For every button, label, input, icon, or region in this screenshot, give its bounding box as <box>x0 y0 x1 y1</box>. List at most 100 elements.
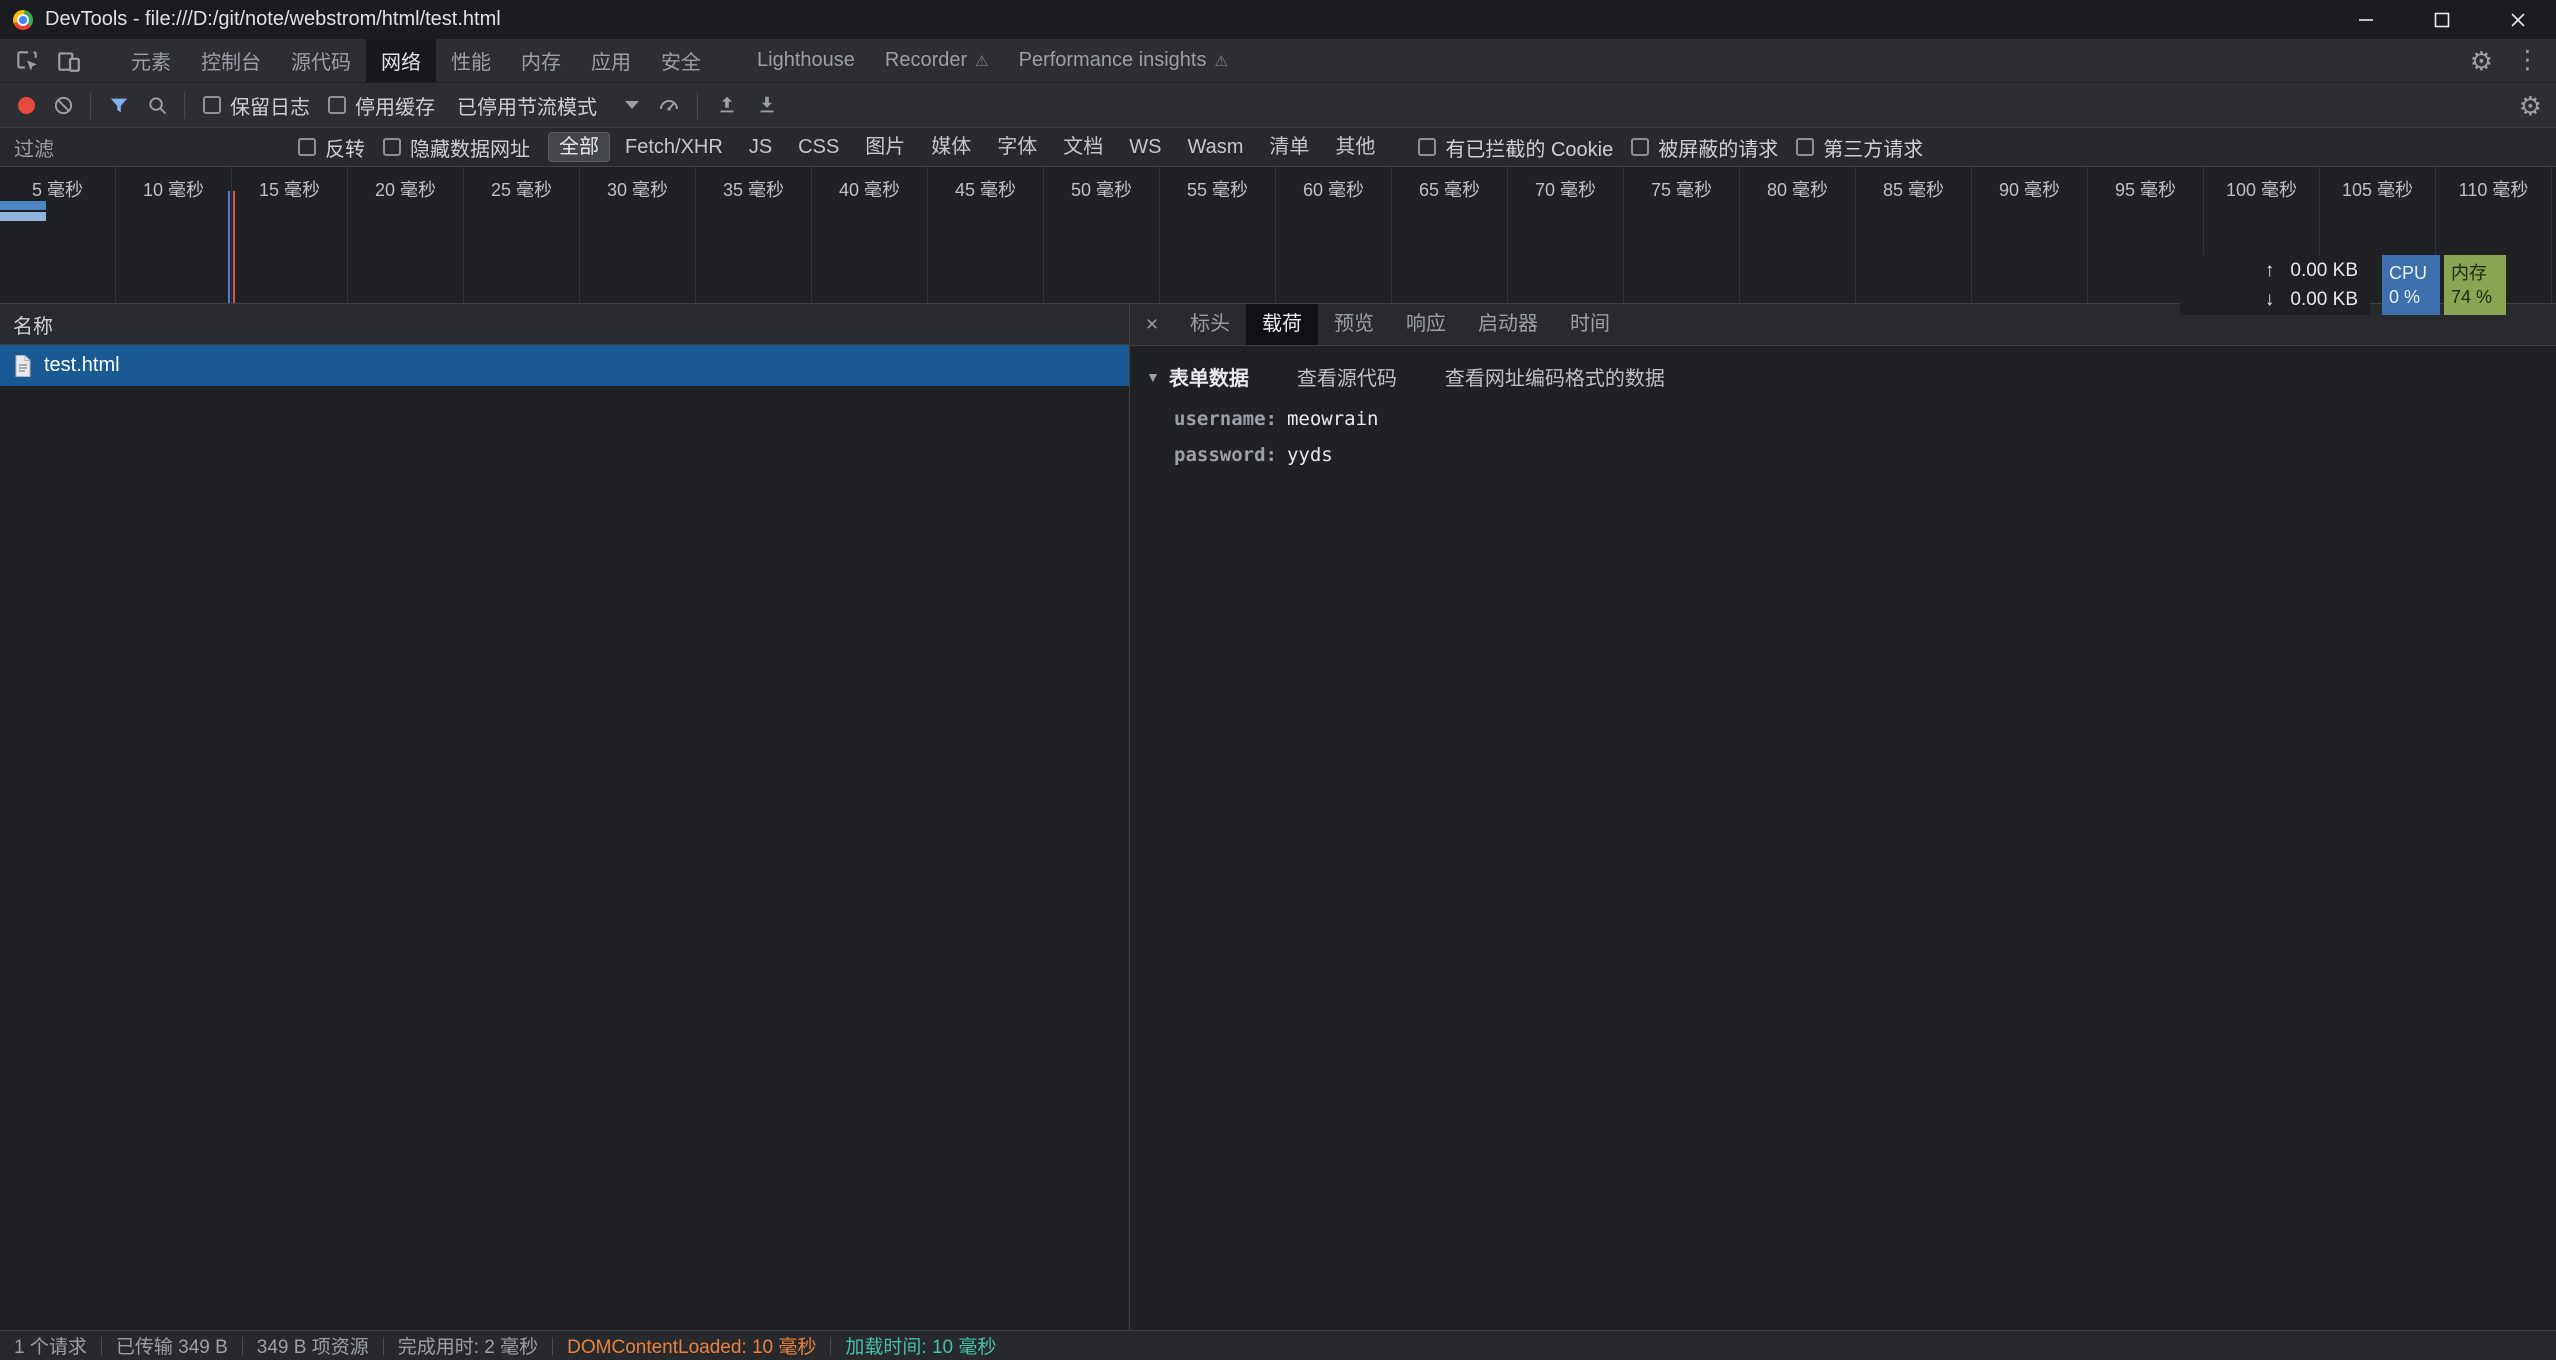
third-party-option[interactable]: 第三方请求 <box>1796 133 1923 162</box>
tab-label: 内存 <box>521 46 561 75</box>
filter-chip-all[interactable]: 全部 <box>548 132 610 162</box>
timeline-label: 40 毫秒 <box>812 167 928 303</box>
preserve-log-option[interactable]: 保留日志 <box>203 91 310 120</box>
throttling-value: 已停用节流模式 <box>457 91 597 120</box>
collapse-triangle-icon[interactable]: ▼ <box>1146 369 1160 385</box>
detail-tab-headers[interactable]: 标头 <box>1174 304 1246 345</box>
tab-application[interactable]: 应用 <box>576 39 646 82</box>
timeline-label: 90 毫秒 <box>1972 167 2088 303</box>
filter-chip-wasm[interactable]: Wasm <box>1177 132 1255 162</box>
filter-chip-js[interactable]: JS <box>738 132 783 162</box>
load-event-marker <box>233 191 235 303</box>
throughput-values: ↑ 0.00 KB ↓ 0.00 KB <box>2180 255 2370 315</box>
tab-memory[interactable]: 内存 <box>506 39 576 82</box>
timeline-label: 85 毫秒 <box>1856 167 1972 303</box>
disable-cache-option[interactable]: 停用缓存 <box>328 91 435 120</box>
tab-elements[interactable]: 元素 <box>116 39 186 82</box>
network-toolbar: 保留日志 停用缓存 已停用节流模式 <box>0 83 2556 128</box>
hide-data-urls-checkbox[interactable] <box>383 138 401 156</box>
tab-performance[interactable]: 性能 <box>436 39 506 82</box>
timeline-label: 50 毫秒 <box>1044 167 1160 303</box>
status-finish-time: 完成用时: 2 毫秒 <box>384 1332 552 1359</box>
clear-network-log-button[interactable] <box>53 95 74 116</box>
divider <box>90 92 91 119</box>
main-toolbar: 元素控制台源代码网络性能 内存应用安全 LighthouseRecorder⚠Per… <box>0 39 2556 83</box>
invert-checkbox[interactable] <box>298 138 316 156</box>
device-toolbar-button[interactable] <box>48 39 90 82</box>
preserve-log-checkbox[interactable] <box>203 96 221 114</box>
tab-label: 性能 <box>451 46 491 75</box>
close-button[interactable] <box>2480 0 2556 39</box>
search-button[interactable] <box>147 95 168 116</box>
filter-chip-other[interactable]: 其他 <box>1324 132 1386 162</box>
filter-toggle-button[interactable] <box>109 95 129 115</box>
payload-params: username:meowrainpassword:yyds <box>1146 401 2536 473</box>
third-party-checkbox[interactable] <box>1796 138 1814 156</box>
view-source-link[interactable]: 查看源代码 <box>1297 362 1397 391</box>
detail-tab-preview[interactable]: 预览 <box>1318 304 1390 345</box>
name-column-header[interactable]: 名称 <box>0 304 1129 345</box>
network-content: 名称 test.html × 标头载荷预览响应启动器时间 <box>0 304 2556 1330</box>
timeline-label: 55 毫秒 <box>1160 167 1276 303</box>
settings-gear-icon[interactable]: ⚙ <box>2470 48 2493 74</box>
divider <box>184 92 185 119</box>
filter-chip-css[interactable]: CSS <box>787 132 850 162</box>
filter-chip-font[interactable]: 字体 <box>986 132 1048 162</box>
detail-tab-initiator[interactable]: 启动器 <box>1462 304 1554 345</box>
invert-filter-option[interactable]: 反转 <box>298 133 365 162</box>
request-details-panel: × 标头载荷预览响应启动器时间 ▼ 表单数据 查看源代码 查看网址编码格式的数据… <box>1130 304 2556 1330</box>
status-dom-content-loaded: DOMContentLoaded: 10 毫秒 <box>553 1332 830 1359</box>
filter-chip-media[interactable]: 媒体 <box>920 132 982 162</box>
device-toolbar-icon <box>56 48 82 74</box>
inspect-element-button[interactable] <box>6 39 48 82</box>
record-network-log-button[interactable] <box>18 97 35 114</box>
hide-data-urls-option[interactable]: 隐藏数据网址 <box>383 133 530 162</box>
timeline-label: 80 毫秒 <box>1740 167 1856 303</box>
timeline-label: 70 毫秒 <box>1508 167 1624 303</box>
detail-tab-payload[interactable]: 载荷 <box>1246 304 1318 345</box>
param-key: password: <box>1174 444 1277 466</box>
detail-tab-timing[interactable]: 时间 <box>1554 304 1626 345</box>
network-overview-timeline[interactable]: 5 毫秒10 毫秒15 毫秒20 毫秒25 毫秒30 毫秒35 毫秒40 毫秒4… <box>0 167 2556 304</box>
detail-tab-response[interactable]: 响应 <box>1390 304 1462 345</box>
maximize-button[interactable] <box>2404 0 2480 39</box>
import-har-button[interactable] <box>716 94 738 116</box>
tab-network[interactable]: 网络 <box>366 39 436 82</box>
blocked-requests-option[interactable]: 被屏蔽的请求 <box>1631 133 1778 162</box>
network-conditions-button[interactable] <box>657 93 681 117</box>
tab-lighthouse[interactable]: Lighthouse <box>742 39 870 82</box>
tab-performance-insights[interactable]: Performance insights⚠ <box>1004 39 1243 82</box>
blocked-cookies-checkbox[interactable] <box>1418 138 1436 156</box>
tab-label: 元素 <box>131 46 171 75</box>
payload-param: password:yyds <box>1146 437 2536 473</box>
more-options-kebab-icon[interactable]: ⋮ <box>2515 48 2540 73</box>
resource-type-filters: 全部Fetch/XHRJSCSS图片媒体字体文档WSWasm清单其他 <box>546 132 1388 162</box>
close-details-icon[interactable]: × <box>1130 313 1174 337</box>
window-title: DevTools - file:///D:/git/note/webstrom/… <box>45 8 501 31</box>
tab-recorder[interactable]: Recorder⚠ <box>870 39 1004 82</box>
disable-cache-checkbox[interactable] <box>328 96 346 114</box>
filter-chip-fetch-xhr[interactable]: Fetch/XHR <box>614 132 734 162</box>
filter-chip-doc[interactable]: 文档 <box>1052 132 1114 162</box>
form-data-title: 表单数据 <box>1169 362 1249 391</box>
filter-chip-ws[interactable]: WS <box>1118 132 1172 162</box>
tab-console[interactable]: 控制台 <box>186 39 276 82</box>
blocked-requests-label: 被屏蔽的请求 <box>1658 133 1778 162</box>
blocked-requests-checkbox[interactable] <box>1631 138 1649 156</box>
filter-bar: 过滤 反转 隐藏数据网址 全部Fetch/XHRJSCSS图片媒体字体文档WSW… <box>0 128 2556 167</box>
tab-label: 源代码 <box>291 46 351 75</box>
blocked-cookies-option[interactable]: 有已拦截的 Cookie <box>1418 133 1613 162</box>
export-har-button[interactable] <box>756 94 778 116</box>
view-urlencoded-link[interactable]: 查看网址编码格式的数据 <box>1445 362 1665 391</box>
throttling-select[interactable]: 已停用节流模式 <box>457 91 639 120</box>
tab-security[interactable]: 安全 <box>646 39 716 82</box>
filter-input[interactable]: 过滤 <box>0 133 280 162</box>
clear-block-icon <box>53 95 74 116</box>
tab-sources[interactable]: 源代码 <box>276 39 366 82</box>
requests-table: 名称 test.html <box>0 304 1130 1330</box>
filter-chip-manifest[interactable]: 清单 <box>1258 132 1320 162</box>
request-row-test-html[interactable]: test.html <box>0 345 1129 386</box>
network-settings-gear-icon[interactable]: ⚙ <box>2519 83 2542 128</box>
filter-chip-img[interactable]: 图片 <box>854 132 916 162</box>
minimize-button[interactable] <box>2328 0 2404 39</box>
